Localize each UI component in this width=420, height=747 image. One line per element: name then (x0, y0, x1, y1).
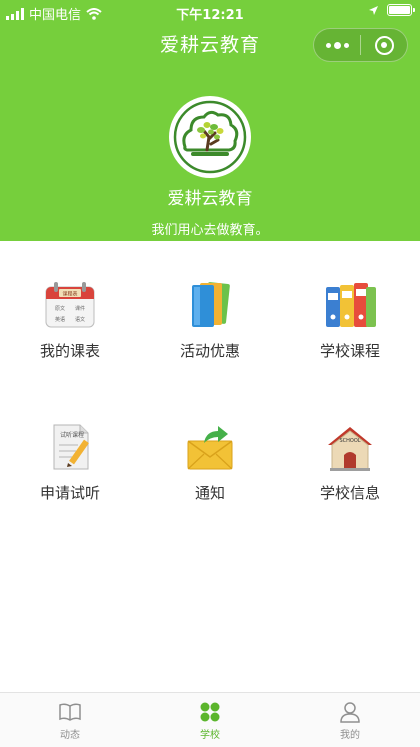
menu-item-apply-trial[interactable]: 试听课程 申请试听 (0, 383, 140, 503)
tab-label: 学校 (200, 730, 220, 741)
bottom-tab-bar: 动态 学校 我的 (0, 692, 420, 747)
calendar-text: 原文 (55, 305, 65, 312)
person-icon (340, 702, 360, 723)
location-arrow-icon (369, 5, 378, 15)
calendar-text: 语文 (75, 316, 85, 323)
status-right (368, 4, 415, 16)
tab-dynamics[interactable]: 动态 (0, 693, 140, 747)
school-house-icon: SCHOOL (320, 417, 380, 476)
school-sign-text: SCHOOL (339, 438, 360, 444)
menu-label: 申请试听 (39, 484, 100, 502)
tab-label: 动态 (60, 730, 80, 741)
school-grid-icon (200, 702, 220, 722)
status-bar: 中国电信 下午12:21 (0, 0, 420, 24)
mail-icon (180, 417, 240, 476)
calendar-text: 英语 (55, 316, 65, 323)
school-slogan: 我们用心去做教育。 (151, 223, 269, 238)
more-dot-icon (343, 42, 349, 48)
app-page: 中国电信 下午12:21 爱耕云教育 爱耕云教育 我们用心去做教育。 课程表 原… (0, 0, 420, 747)
cards-icon (180, 275, 240, 334)
target-circle-icon (374, 35, 394, 55)
menu-item-promotions[interactable]: 活动优惠 (140, 241, 280, 361)
tree-logo-icon (173, 100, 247, 174)
menu-item-my-schedule[interactable]: 课程表 原文 课件 英语 语文 我的课表 (0, 241, 140, 361)
school-name: 爱耕云教育 (167, 189, 253, 209)
tab-label: 我的 (340, 730, 360, 741)
more-dot-icon (333, 41, 341, 49)
menu-label: 学校课程 (319, 342, 380, 360)
miniprogram-capsule (313, 28, 408, 62)
menu-item-notice[interactable]: 通知 (140, 383, 280, 503)
more-dot-icon (325, 42, 331, 48)
menu-item-school-info[interactable]: SCHOOL 学校信息 (280, 383, 420, 503)
menu-label: 我的课表 (39, 342, 100, 360)
menu-label: 通知 (194, 484, 225, 502)
tab-mine[interactable]: 我的 (280, 693, 420, 747)
school-logo (169, 96, 251, 178)
header: 中国电信 下午12:21 爱耕云教育 爱耕云教育 我们用心去做教育。 (0, 0, 420, 241)
status-time: 下午12:21 (176, 8, 244, 23)
calendar-head-text: 课程表 (62, 290, 77, 297)
trial-form-text: 试听课程 (60, 431, 84, 439)
more-button[interactable] (314, 29, 360, 61)
trial-form-icon: 试听课程 (40, 417, 100, 476)
binders-icon (320, 275, 380, 334)
calendar-text: 课件 (75, 305, 85, 312)
close-miniprogram-button[interactable] (361, 29, 407, 61)
calendar-icon: 课程表 原文 课件 英语 语文 (40, 275, 100, 334)
battery-icon (387, 4, 415, 16)
book-icon (59, 703, 81, 721)
menu-label: 学校信息 (319, 484, 380, 502)
tab-school[interactable]: 学校 (140, 693, 280, 747)
menu-label: 活动优惠 (179, 342, 240, 360)
menu-item-school-courses[interactable]: 学校课程 (280, 241, 420, 361)
